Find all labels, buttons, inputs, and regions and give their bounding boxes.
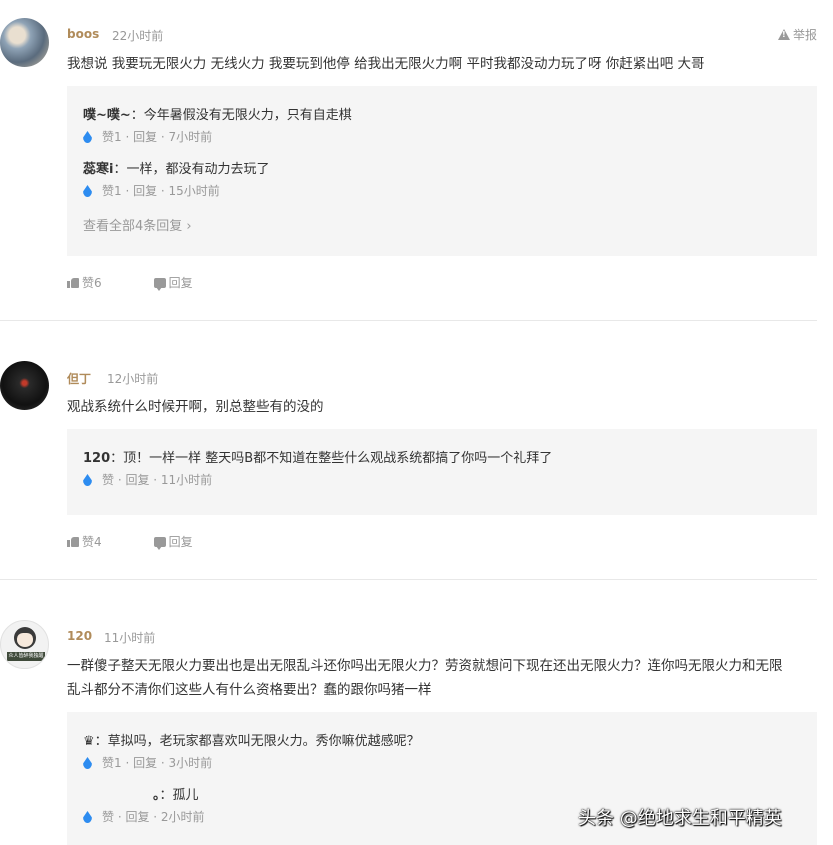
thumbs-up-icon xyxy=(67,536,79,547)
username[interactable]: 但丁 xyxy=(67,370,91,387)
reply-text: ：一样，都没有动力去玩了 xyxy=(113,162,270,177)
avatar[interactable] xyxy=(0,18,49,67)
reply-meta[interactable]: 赞1 · 回复 · 3小时前 xyxy=(102,753,212,773)
reply-item: ♛：草拟吗，老玩家都喜欢叫无限火力。秀你嘛优越感呢？ 赞1 · 回复 · 3小时… xyxy=(83,731,803,773)
report-label: 举报 xyxy=(792,28,817,42)
report-button[interactable]: 举报 xyxy=(777,26,817,43)
username[interactable]: boos xyxy=(67,27,99,41)
reply-button[interactable]: 回复 xyxy=(153,533,193,550)
reply-item: 120：顶！一样一样 整天吗B都不知道在整些什么观战系统都搞了你吗一个礼拜了 赞… xyxy=(83,448,803,490)
warning-icon xyxy=(777,29,790,40)
reply-username[interactable]: 噗~噗~ xyxy=(83,108,131,123)
avatar[interactable] xyxy=(0,361,49,410)
comment-text: 观战系统什么时候开啊，别总整些有的没的 xyxy=(67,399,324,415)
divider xyxy=(0,320,817,321)
comment-text: 一群傻子整天无限火力要出也是出无限乱斗还你吗出无限火力？劳资就想问下现在还出无限… xyxy=(67,658,783,698)
reply-label: 回复 xyxy=(168,276,193,290)
like-button[interactable]: 赞4 xyxy=(67,533,102,550)
comment-actions: 赞6 回复 xyxy=(67,274,245,291)
like-count: 赞6 xyxy=(82,276,102,290)
water-drop-icon xyxy=(83,185,92,197)
water-drop-icon xyxy=(83,131,92,143)
reply-item: 蕊寒i：一样，都没有动力去玩了 赞1 · 回复 · 15小时前 xyxy=(83,159,803,201)
divider xyxy=(0,579,817,580)
reply-meta[interactable]: 赞1 · 回复 · 7小时前 xyxy=(102,127,212,147)
comment-actions: 赞4 回复 xyxy=(67,533,245,550)
comment-bubble-icon xyxy=(153,536,166,550)
reply-button[interactable]: 回复 xyxy=(153,274,193,291)
like-count: 赞4 xyxy=(82,535,102,549)
water-drop-icon xyxy=(83,757,92,769)
reply-text: ：孤儿 xyxy=(159,788,199,803)
reply-label: 回复 xyxy=(168,535,193,549)
reply-username[interactable]: 120 xyxy=(83,451,110,466)
reply-text: ：草拟吗，老玩家都喜欢叫无限火力。秀你嘛优越感呢？ xyxy=(94,734,420,749)
water-drop-icon xyxy=(83,474,92,486)
username[interactable]: 120 xyxy=(67,629,92,643)
comment-time: 12小时前 xyxy=(107,372,159,386)
reply-username[interactable]: ♛ xyxy=(83,734,95,749)
reply-text: ：顶！一样一样 整天吗B都不知道在整些什么观战系统都搞了你吗一个礼拜了 xyxy=(110,451,553,466)
watermark: 头条 @绝地求生和平精英 xyxy=(578,808,782,829)
comment-time: 22小时前 xyxy=(112,29,164,43)
comment-text: 我想说 我要玩无限火力 无线火力 我要玩到他停 给我出无限火力啊 平时我都没动力… xyxy=(67,56,705,72)
reply-text: ：今年暑假没有无限火力，只有自走棋 xyxy=(130,108,352,123)
avatar[interactable]: 众人皆醉我独醒 xyxy=(0,620,49,669)
reply-item: 噗~噗~：今年暑假没有无限火力，只有自走棋 赞1 · 回复 · 7小时前 xyxy=(83,105,803,147)
avatar-tag: 众人皆醉我独醒 xyxy=(7,652,45,661)
water-drop-icon xyxy=(83,811,92,823)
comment-bubble-icon xyxy=(153,277,166,291)
thumbs-up-icon xyxy=(67,277,79,288)
view-all-replies-link[interactable]: 查看全部4条回复 › xyxy=(83,215,192,234)
reply-box: 120：顶！一样一样 整天吗B都不知道在整些什么观战系统都搞了你吗一个礼拜了 赞… xyxy=(67,429,817,515)
reply-username[interactable]: 蕊寒i xyxy=(83,162,113,177)
reply-meta[interactable]: 赞 · 回复 · 2小时前 xyxy=(102,807,205,827)
like-button[interactable]: 赞6 xyxy=(67,274,102,291)
reply-meta[interactable]: 赞 · 回复 · 11小时前 xyxy=(102,470,212,490)
comment-time: 11小时前 xyxy=(104,631,156,645)
reply-meta[interactable]: 赞1 · 回复 · 15小时前 xyxy=(102,181,220,201)
reply-box: 噗~噗~：今年暑假没有无限火力，只有自走棋 赞1 · 回复 · 7小时前 蕊寒i… xyxy=(67,86,817,256)
